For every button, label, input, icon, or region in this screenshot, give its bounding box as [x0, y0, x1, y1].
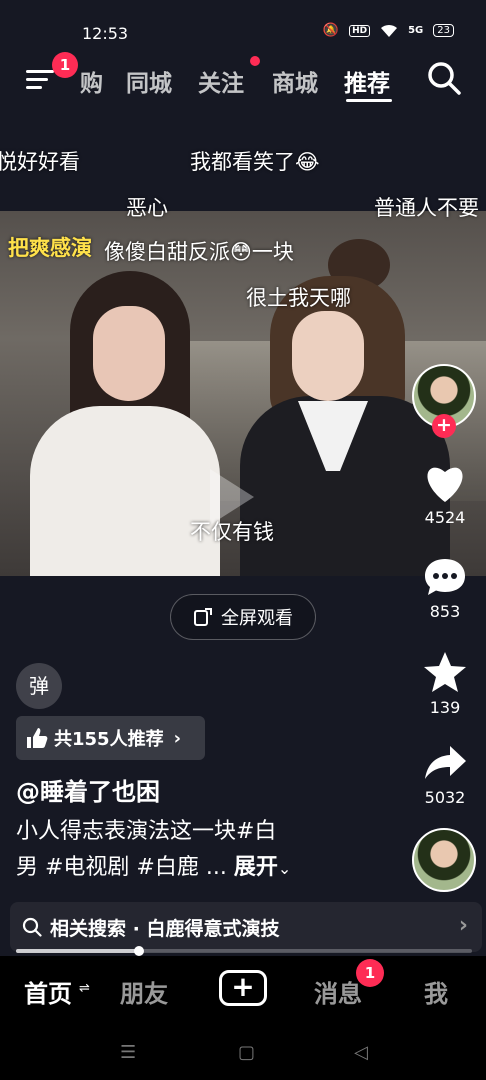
- share-icon: [425, 746, 466, 779]
- system-nav-bar: ☰ ▢ ◁: [0, 1024, 486, 1080]
- tab-shopping[interactable]: 购: [80, 64, 103, 98]
- thumbs-up-icon: [27, 728, 48, 748]
- heart-icon: [427, 467, 463, 502]
- related-search-bar[interactable]: 相关搜索 · 白鹿得意式演技 ›: [10, 902, 482, 952]
- nav-messages[interactable]: 消息: [314, 974, 362, 1009]
- description-line-2: 男 #电视剧 #白鹿 ...: [16, 855, 227, 880]
- top-nav: 1 购 同城 关注 商城 推荐: [0, 52, 486, 104]
- danmaku-comment: 像傻白甜反派😳一块: [104, 240, 294, 264]
- star-icon: [424, 652, 466, 692]
- progress-handle[interactable]: [134, 946, 145, 956]
- following-dot: [250, 56, 260, 66]
- recommend-count-label: 共155人推荐: [54, 729, 164, 750]
- messages-badge: 1: [356, 959, 384, 987]
- refresh-icon: ⇌: [79, 981, 90, 996]
- status-icons: 🔕 HD 5G 23: [323, 23, 454, 38]
- expand-link[interactable]: 展开: [234, 855, 278, 880]
- active-tab-underline: [346, 99, 392, 102]
- danmaku-comment: 悦好好看: [0, 150, 80, 174]
- music-disc-avatar[interactable]: [412, 828, 476, 892]
- chevron-down-icon: ⌄: [277, 859, 292, 878]
- progress-fill: [16, 949, 140, 953]
- danmaku-comment: 把爽感演: [8, 236, 92, 260]
- share-count: 5032: [424, 788, 466, 807]
- comment-action[interactable]: 853: [410, 556, 480, 621]
- favorite-count: 139: [429, 698, 461, 717]
- hd-icon: HD: [349, 24, 371, 37]
- fullscreen-icon: [194, 608, 212, 626]
- description-line-1: 小人得志表演法这一块#白: [16, 819, 277, 844]
- video-description[interactable]: 小人得志表演法这一块#白 男 #电视剧 #白鹿 ... 展开⌄: [16, 814, 396, 887]
- related-search-label: 相关搜索 · 白鹿得意式演技: [50, 917, 280, 940]
- follow-button[interactable]: +: [432, 414, 456, 438]
- tab-recommend[interactable]: 推荐: [344, 64, 390, 98]
- video-person-left: [93, 306, 165, 401]
- nav-friends[interactable]: 朋友: [120, 974, 168, 1009]
- back-icon[interactable]: ◁: [354, 1042, 368, 1063]
- tab-local[interactable]: 同城: [126, 64, 172, 98]
- home-icon[interactable]: ▢: [238, 1042, 255, 1063]
- bottom-nav: 首页 ⇌ 朋友 + 消息 1 我: [0, 956, 486, 1024]
- danmaku-comment: 我都看笑了😂: [190, 150, 320, 174]
- danmaku-comment: 恶心: [126, 196, 168, 220]
- share-action[interactable]: 5032: [410, 742, 480, 807]
- like-count: 4524: [424, 508, 466, 527]
- comment-icon: [425, 559, 465, 595]
- comment-count: 853: [429, 602, 461, 621]
- menu-icon[interactable]: [26, 68, 54, 92]
- favorite-action[interactable]: 139: [410, 650, 480, 717]
- menu-badge: 1: [52, 52, 78, 78]
- danmaku-toggle[interactable]: 弹: [16, 663, 62, 709]
- search-icon[interactable]: [426, 60, 462, 96]
- tab-following[interactable]: 关注: [198, 64, 244, 98]
- like-action[interactable]: 4524: [410, 462, 480, 527]
- chevron-right-icon: ›: [173, 727, 181, 749]
- tab-mall[interactable]: 商城: [272, 64, 318, 98]
- wifi-icon: [381, 24, 398, 37]
- danmaku-comment: 普通人不要: [374, 196, 479, 220]
- fullscreen-label: 全屏观看: [221, 608, 293, 629]
- signal-icon: 5G: [408, 25, 424, 36]
- create-button[interactable]: +: [219, 970, 267, 1006]
- chevron-right-icon: ›: [458, 913, 468, 938]
- mute-icon: 🔕: [322, 23, 340, 38]
- fullscreen-button[interactable]: 全屏观看: [170, 594, 316, 640]
- search-icon: [22, 917, 42, 937]
- video-progress-bar[interactable]: [16, 946, 472, 956]
- recommend-pill[interactable]: 共155人推荐 ›: [16, 716, 205, 760]
- danmaku-comment: 很土我天哪: [246, 286, 351, 310]
- author-name[interactable]: @睡着了也困: [16, 772, 160, 807]
- battery-icon: 23: [433, 24, 454, 37]
- danmaku-comment: 不仅有钱: [190, 520, 274, 544]
- video-person-right: [292, 311, 364, 401]
- recent-apps-icon[interactable]: ☰: [120, 1042, 136, 1063]
- status-time: 12:53: [82, 24, 129, 43]
- status-bar: 12:53 🔕 HD 5G 23: [0, 0, 486, 56]
- nav-me[interactable]: 我: [424, 974, 448, 1009]
- nav-home[interactable]: 首页: [24, 974, 72, 1009]
